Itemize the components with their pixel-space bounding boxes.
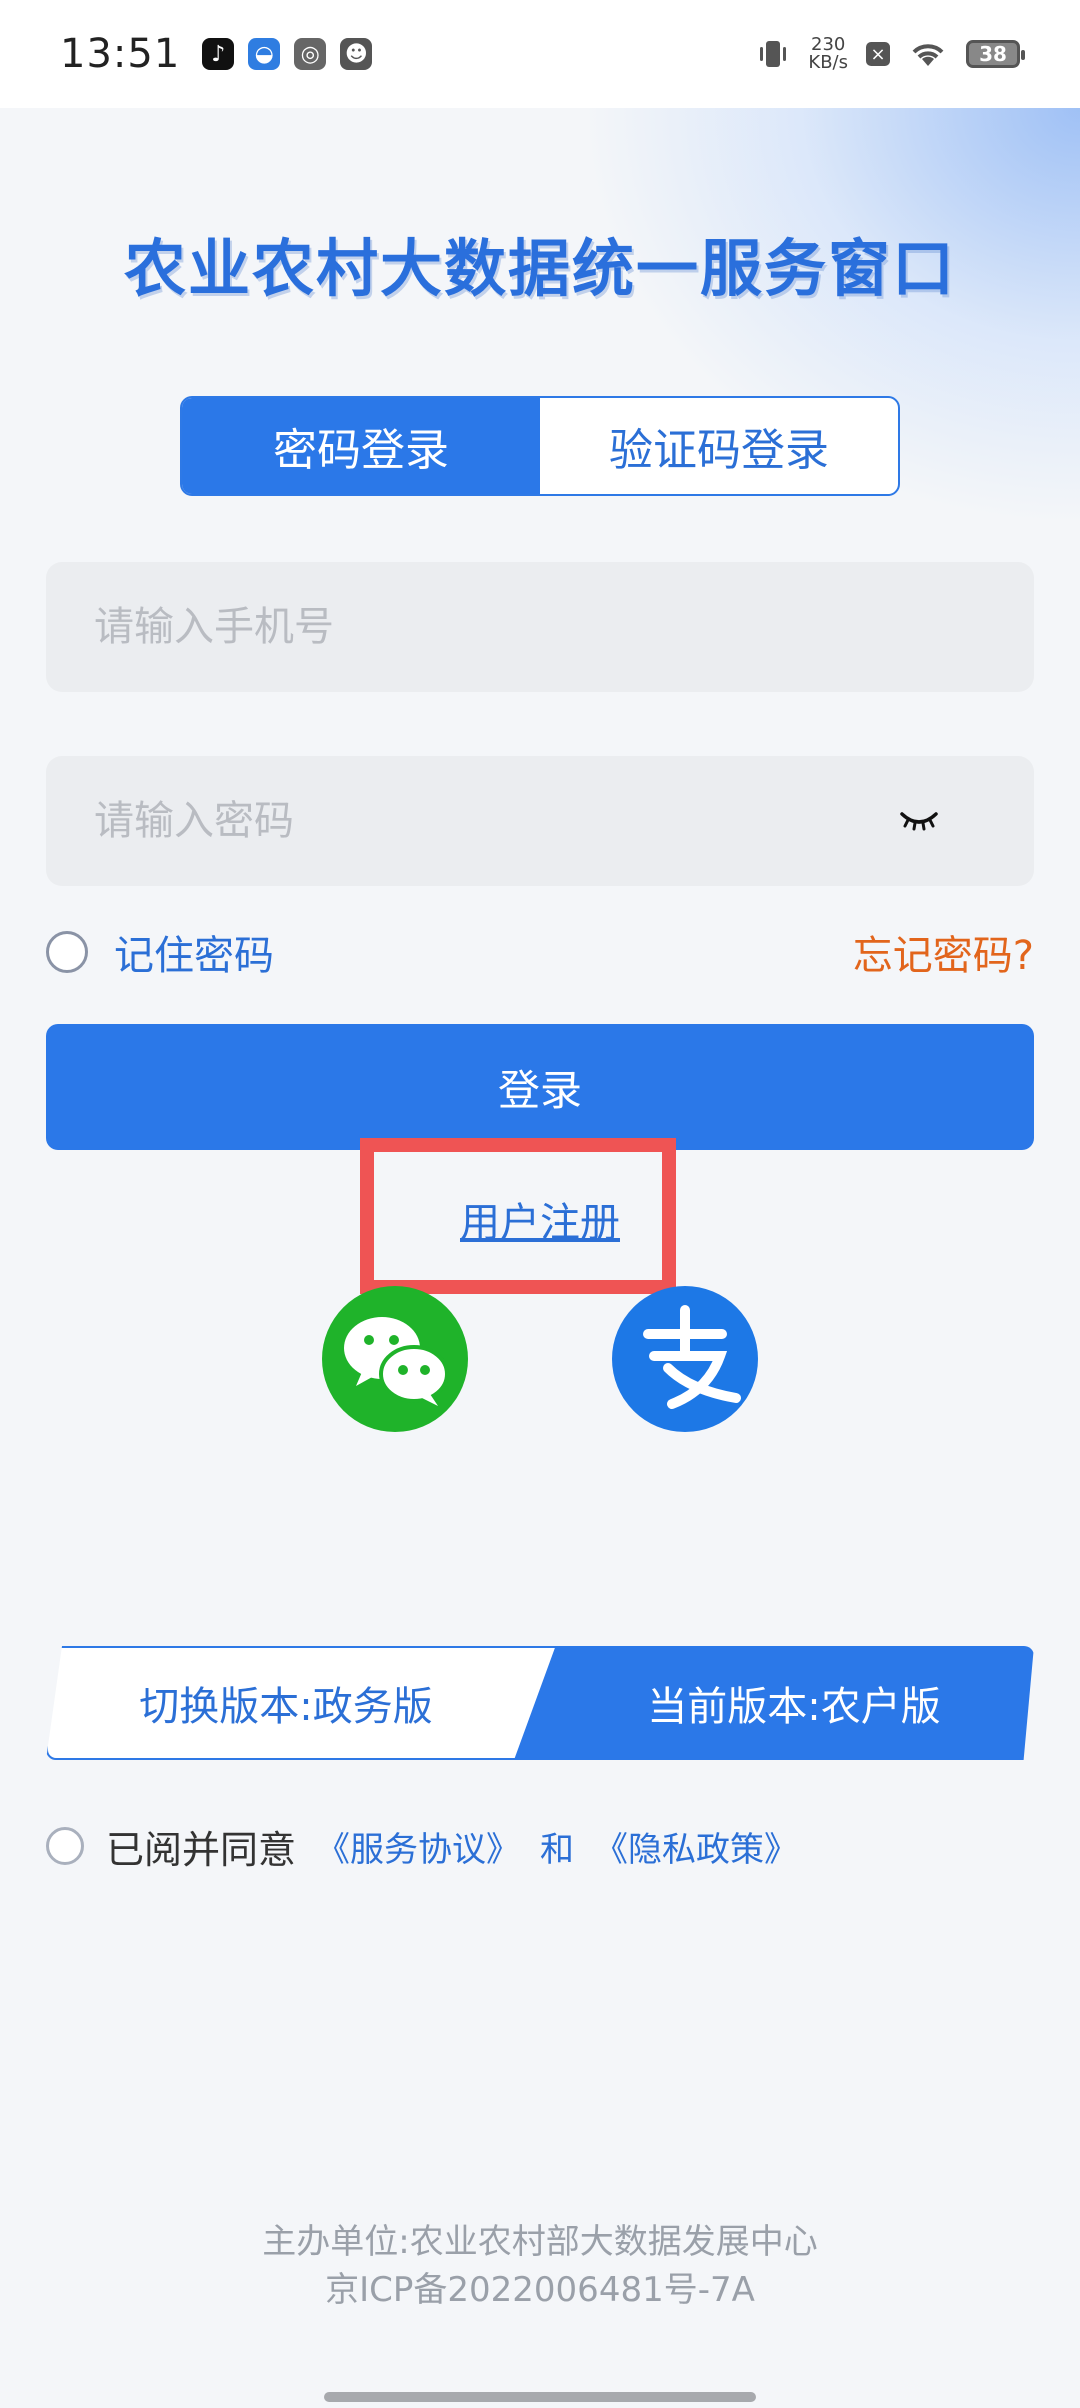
app-icon-cat: ☻	[340, 38, 373, 70]
login-button[interactable]: 登录	[46, 1024, 1034, 1150]
status-app-icons: ♪ ◒ ◎ ☻	[202, 38, 373, 70]
register-link[interactable]: 用户注册	[360, 1190, 720, 1248]
battery-icon: 38	[966, 40, 1025, 68]
eye-closed-icon[interactable]	[898, 804, 940, 838]
footer-organizer: 主办单位:农业农村部大数据发展中心	[262, 2222, 818, 2262]
remember-password-label[interactable]: 记住密码	[114, 923, 274, 981]
agreement-prefix: 已阅并同意	[106, 1827, 297, 1872]
tiktok-icon: ♪	[202, 38, 235, 70]
home-indicator[interactable]	[324, 2392, 756, 2402]
agreement-row: 已阅并同意 《服务协议》 和 《隐私政策》	[46, 1816, 798, 1876]
alipay-login-button[interactable]	[612, 1286, 758, 1432]
version-switch: 切换版本:政务版 当前版本:农户版	[46, 1646, 1034, 1760]
wechat-login-button[interactable]	[322, 1286, 468, 1432]
remember-password-radio[interactable]	[46, 931, 88, 973]
privacy-policy-link[interactable]: 《隐私政策》	[594, 1822, 798, 1871]
net-speed-unit: KB/s	[808, 52, 848, 73]
wechat-icon	[344, 1317, 449, 1406]
app-icon-blue: ◒	[248, 38, 281, 70]
remember-row: 记住密码 忘记密码?	[46, 922, 1034, 982]
vibrate-icon	[760, 41, 787, 67]
phone-field-container	[46, 562, 1034, 692]
battery-level: 38	[979, 42, 1007, 66]
tab-code-login[interactable]: 验证码登录	[540, 398, 898, 494]
forgot-password-link[interactable]: 忘记密码?	[853, 923, 1034, 981]
password-field-container	[46, 756, 1034, 886]
net-speed: 230 KB/s	[808, 36, 848, 72]
close-box-icon: ×	[866, 42, 890, 66]
switch-version-button[interactable]: 切换版本:政务版	[46, 1646, 566, 1760]
agreement-and: 和	[540, 1829, 575, 1870]
phone-input[interactable]	[94, 604, 986, 650]
footer: 主办单位:农业农村部大数据发展中心 京ICP备2022006481号-7A	[0, 2218, 1080, 2314]
page-title: 农业农村大数据统一服务窗口	[123, 232, 956, 305]
status-time: 13:51	[60, 31, 181, 77]
alipay-icon	[643, 1305, 741, 1409]
app-icon-leaf: ◎	[294, 38, 327, 70]
current-version-label: 当前版本:农户版	[514, 1646, 1034, 1760]
agreement-radio[interactable]	[46, 1827, 84, 1865]
footer-icp: 京ICP备2022006481号-7A	[325, 2270, 755, 2310]
wifi-icon	[912, 44, 944, 66]
tab-password-login[interactable]: 密码登录	[182, 398, 540, 494]
password-input[interactable]	[94, 798, 986, 844]
service-agreement-link[interactable]: 《服务协议》	[316, 1822, 520, 1871]
status-right: 230 KB/s × 38	[756, 36, 1025, 72]
login-mode-tabs: 密码登录 验证码登录	[180, 396, 900, 496]
status-bar: 13:51 ♪ ◒ ◎ ☻ 230 KB/s × 38	[0, 0, 1080, 108]
